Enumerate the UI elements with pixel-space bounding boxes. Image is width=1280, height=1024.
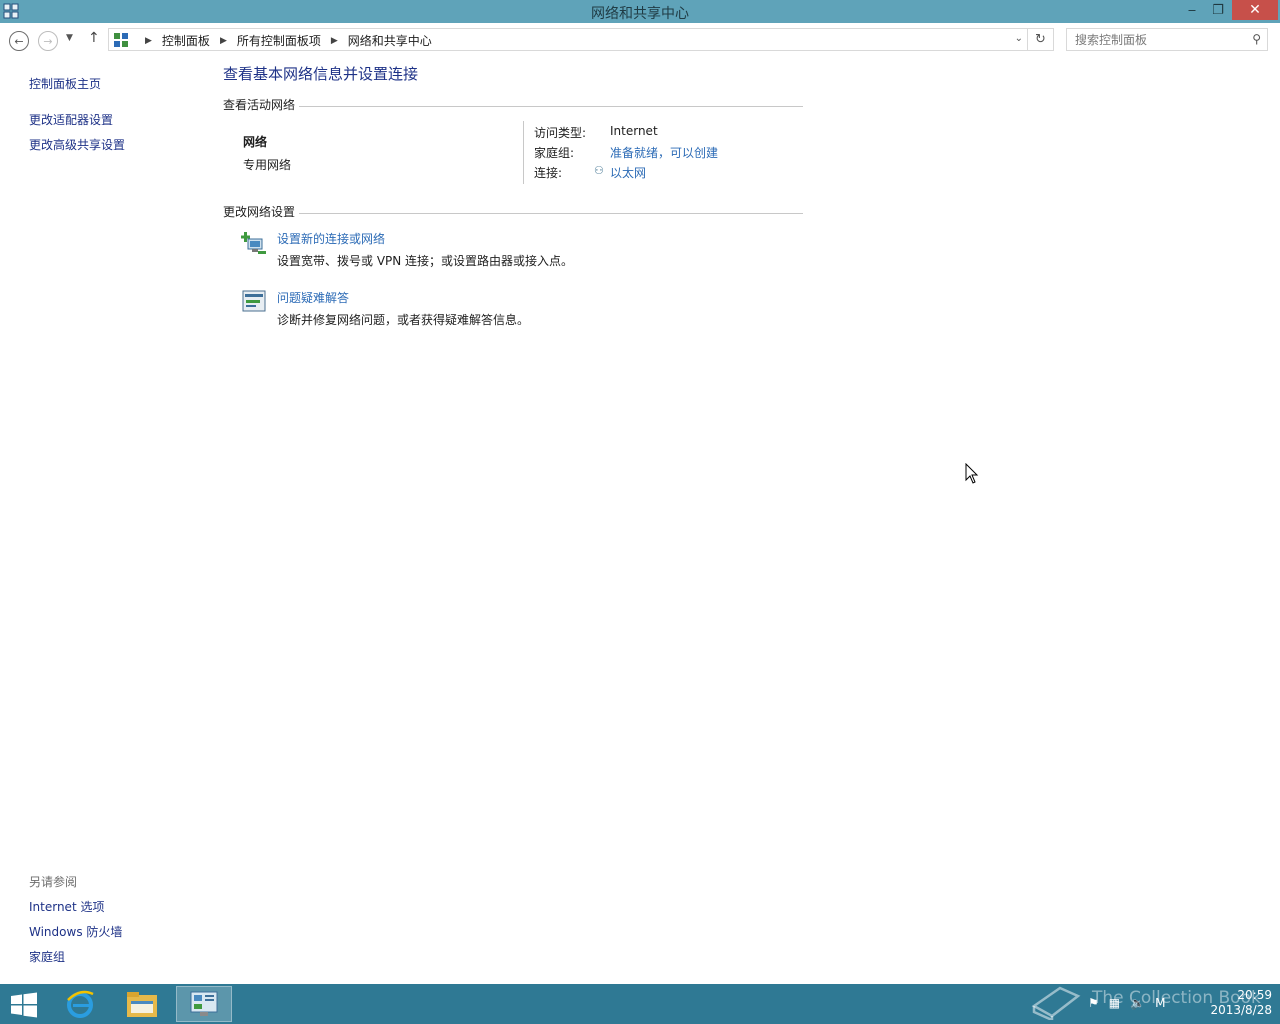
- taskbar-control-panel-button[interactable]: [176, 986, 232, 1022]
- chevron-down-icon[interactable]: ⌄: [1015, 33, 1023, 44]
- network-name: 网络: [243, 135, 268, 149]
- recent-locations-dropdown[interactable]: ▼: [66, 33, 73, 43]
- breadcrumb-separator-icon[interactable]: ▶: [145, 36, 152, 46]
- active-networks-heading-text: 查看活动网络: [223, 98, 296, 112]
- search-input[interactable]: [1067, 29, 1243, 50]
- file-explorer-icon: [127, 992, 157, 1017]
- watermark-text: The Collection Book: [1092, 988, 1261, 1008]
- nav-change-advanced-sharing[interactable]: 更改高级共享设置: [29, 136, 125, 153]
- active-network: 网络 专用网络: [243, 133, 291, 173]
- divider: [523, 121, 524, 184]
- new-connection-link[interactable]: 设置新的连接或网络: [277, 230, 385, 247]
- active-networks-heading: 查看活动网络: [223, 96, 803, 113]
- refresh-icon: ↻: [1035, 32, 1046, 47]
- homegroup-label: 家庭组:: [534, 146, 575, 160]
- change-settings-heading: 更改网络设置: [223, 203, 803, 220]
- taskbar-ie-button[interactable]: [52, 986, 108, 1022]
- access-type-label: 访问类型:: [534, 126, 587, 140]
- up-button[interactable]: ↑: [88, 30, 100, 46]
- navigation-bar: ← → ▼ ↑ ▶ 控制面板 ▶ 所有控制面板项 ▶ 网络和共享中心 ⌄ ↻ ⚲: [0, 23, 1280, 59]
- window-title: 网络和共享中心: [591, 6, 689, 22]
- breadcrumb-network-center[interactable]: 网络和共享中心: [348, 32, 432, 49]
- ie-icon: [67, 990, 94, 1018]
- start-icon[interactable]: [10, 992, 38, 1018]
- see-also-internet-options[interactable]: Internet 选项: [29, 898, 104, 915]
- back-button[interactable]: ←: [9, 31, 29, 51]
- control-panel-icon: [190, 991, 218, 1016]
- left-nav-pane: 控制面板主页 更改适配器设置 更改高级共享设置 另请参阅 Internet 选项…: [0, 59, 200, 984]
- nav-control-panel-home[interactable]: 控制面板主页: [29, 75, 101, 92]
- address-bar[interactable]: ▶ 控制面板 ▶ 所有控制面板项 ▶ 网络和共享中心 ⌄: [108, 28, 1028, 51]
- change-settings-heading-text: 更改网络设置: [223, 205, 296, 219]
- search-box[interactable]: ⚲: [1066, 28, 1268, 51]
- nav-change-adapter-settings[interactable]: 更改适配器设置: [29, 111, 113, 128]
- see-also-windows-firewall[interactable]: Windows 防火墙: [29, 923, 122, 940]
- minimize-button[interactable]: ‒: [1180, 0, 1204, 20]
- connections-label: 连接:: [534, 166, 563, 180]
- ethernet-icon: ⚇: [594, 164, 604, 177]
- refresh-button[interactable]: ↻: [1028, 28, 1054, 51]
- forward-button[interactable]: →: [38, 31, 58, 51]
- taskbar: ⚑ ▦ 🔈 M 20:59 2013/8/28: [0, 984, 1280, 1024]
- new-connection-icon: [241, 232, 266, 254]
- breadcrumb: ▶ 控制面板 ▶ 所有控制面板项 ▶ 网络和共享中心: [135, 32, 432, 49]
- mouse-cursor-icon: [965, 463, 979, 484]
- troubleshoot-description: 诊断并修复网络问题，或者获得疑难解答信息。: [277, 313, 530, 327]
- troubleshoot-icon: [242, 290, 266, 312]
- network-category: 专用网络: [243, 158, 292, 172]
- taskbar-explorer-button[interactable]: [114, 986, 170, 1022]
- homegroup-link[interactable]: 准备就绪，可以创建: [610, 144, 718, 161]
- access-type-value: Internet: [610, 124, 658, 138]
- watermark-book-icon: [1031, 986, 1081, 1020]
- breadcrumb-all-items[interactable]: 所有控制面板项: [237, 32, 321, 49]
- arrow-right-icon: →: [43, 34, 53, 48]
- new-connection-description: 设置宽带、拨号或 VPN 连接；或设置路由器或接入点。: [277, 254, 574, 268]
- troubleshoot-link[interactable]: 问题疑难解答: [277, 289, 349, 306]
- divider: [299, 212, 803, 214]
- control-panel-location-icon: [114, 33, 128, 47]
- see-also-heading: 另请参阅: [29, 875, 78, 889]
- breadcrumb-separator-icon[interactable]: ▶: [220, 36, 227, 46]
- ethernet-link[interactable]: 以太网: [610, 164, 646, 181]
- breadcrumb-separator-icon[interactable]: ▶: [331, 36, 338, 46]
- arrow-up-icon: ↑: [88, 30, 100, 46]
- divider: [299, 105, 803, 107]
- see-also-homegroup[interactable]: 家庭组: [29, 948, 65, 965]
- maximize-button[interactable]: ❐: [1206, 0, 1230, 20]
- close-button[interactable]: ✕: [1232, 0, 1278, 20]
- breadcrumb-control-panel[interactable]: 控制面板: [162, 32, 210, 49]
- title-bar: 网络和共享中心 ‒ ❐ ✕: [0, 0, 1280, 23]
- arrow-left-icon: ←: [14, 34, 24, 48]
- search-icon[interactable]: ⚲: [1252, 32, 1261, 46]
- page-title: 查看基本网络信息并设置连接: [223, 65, 419, 83]
